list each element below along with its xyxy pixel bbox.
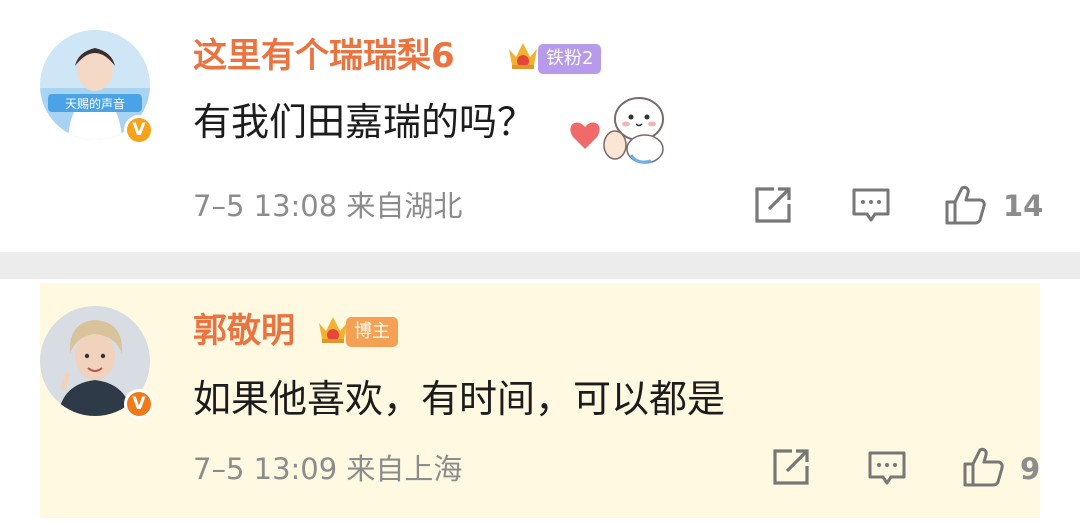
heart-sticker xyxy=(570,97,664,164)
share-icon[interactable] xyxy=(770,446,812,488)
fan-level-badge[interactable]: 铁粉2 xyxy=(538,44,602,74)
comment-meta: 7–5 13:09 来自上海 xyxy=(193,452,463,486)
username[interactable]: 这里有个瑞瑞梨6 xyxy=(193,36,455,76)
reply-icon[interactable] xyxy=(850,184,892,226)
crown-icon xyxy=(509,43,537,69)
comment-text: 如果他喜欢，有时间，可以都是 xyxy=(193,377,726,421)
verified-badge: V xyxy=(124,115,154,145)
share-icon[interactable] xyxy=(752,184,794,226)
comment-text: 有我们田嘉瑞的吗？ xyxy=(193,100,536,144)
comment-item-author: V 郭敬明 博主 如果他喜欢，有时间，可以都是 7–5 13:09 来自上海 9 xyxy=(0,279,1080,525)
verified-badge: V xyxy=(124,389,154,419)
like-icon[interactable] xyxy=(942,182,988,228)
avatar-caption: 天赐的声音 xyxy=(65,96,125,111)
like-icon[interactable] xyxy=(960,444,1006,490)
comment-item: 天赐的声音 V 这里有个瑞瑞梨6 铁粉2 有我们田嘉瑞的吗？ 7–5 13:08… xyxy=(0,0,1080,252)
comment-divider xyxy=(0,252,1080,279)
like-count: 14 xyxy=(1003,189,1044,223)
like-count: 9 xyxy=(1020,452,1041,486)
blogger-badge[interactable]: 博主 xyxy=(346,317,398,347)
crown-icon xyxy=(319,317,347,343)
reply-icon[interactable] xyxy=(866,447,908,489)
username[interactable]: 郭敬明 xyxy=(193,311,295,351)
comment-meta: 7–5 13:08 来自湖北 xyxy=(193,189,463,223)
